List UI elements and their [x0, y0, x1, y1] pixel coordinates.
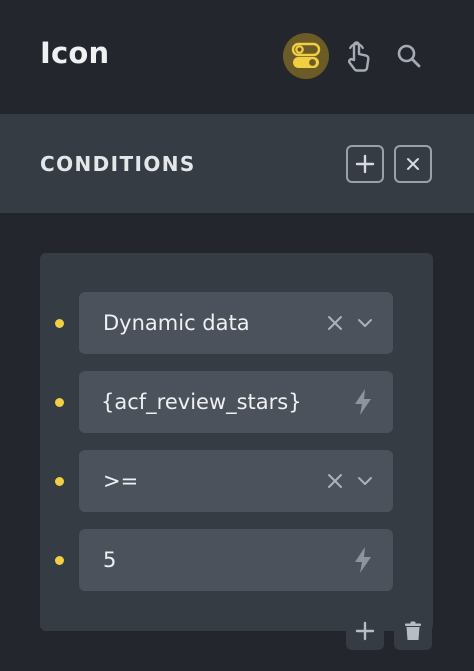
panel-header: Icon	[0, 0, 474, 114]
condition-row: >=	[40, 450, 433, 512]
bullet-dot	[55, 398, 64, 407]
condition-row: Dynamic data	[40, 292, 433, 354]
lightning-bolt-icon[interactable]	[353, 546, 373, 574]
trash-icon	[405, 621, 421, 640]
search-icon	[397, 44, 421, 68]
condition-group: Dynamic data {acf_review_stars} >= 5	[40, 253, 433, 631]
plus-icon	[355, 154, 375, 174]
remove-conditions-button[interactable]	[394, 145, 432, 183]
add-condition-button[interactable]	[346, 612, 384, 650]
delete-condition-group-button[interactable]	[394, 612, 432, 650]
bullet-dot	[55, 477, 64, 486]
dynamic-data-field[interactable]: {acf_review_stars}	[79, 371, 393, 433]
condition-key-select[interactable]: Dynamic data	[79, 292, 393, 354]
toggle-icon	[291, 42, 321, 68]
close-icon	[407, 158, 419, 170]
conditions-title: CONDITIONS	[40, 152, 196, 176]
clear-icon[interactable]	[327, 315, 343, 331]
toggle-button[interactable]	[283, 33, 329, 79]
lightning-bolt-icon[interactable]	[353, 388, 373, 416]
add-condition-group-button[interactable]	[346, 145, 384, 183]
search-button[interactable]	[386, 33, 432, 79]
chevron-down-icon[interactable]	[357, 476, 373, 486]
bullet-dot	[55, 319, 64, 328]
bullet-dot	[55, 556, 64, 565]
compare-operator-select[interactable]: >=	[79, 450, 393, 512]
clear-icon[interactable]	[327, 473, 343, 489]
dynamic-data-value: {acf_review_stars}	[101, 390, 302, 414]
compare-value: 5	[103, 548, 117, 572]
plus-icon	[355, 621, 375, 641]
hand-pointer-icon	[348, 41, 370, 72]
conditions-bar: CONDITIONS	[0, 114, 474, 213]
condition-row: {acf_review_stars}	[40, 371, 433, 433]
condition-row: 5	[40, 529, 433, 591]
interactions-button[interactable]	[335, 33, 381, 79]
compare-value-field[interactable]: 5	[79, 529, 393, 591]
compare-operator-value: >=	[103, 469, 139, 493]
element-title: Icon	[40, 36, 110, 70]
condition-key-value: Dynamic data	[103, 311, 250, 335]
chevron-down-icon[interactable]	[357, 318, 373, 328]
